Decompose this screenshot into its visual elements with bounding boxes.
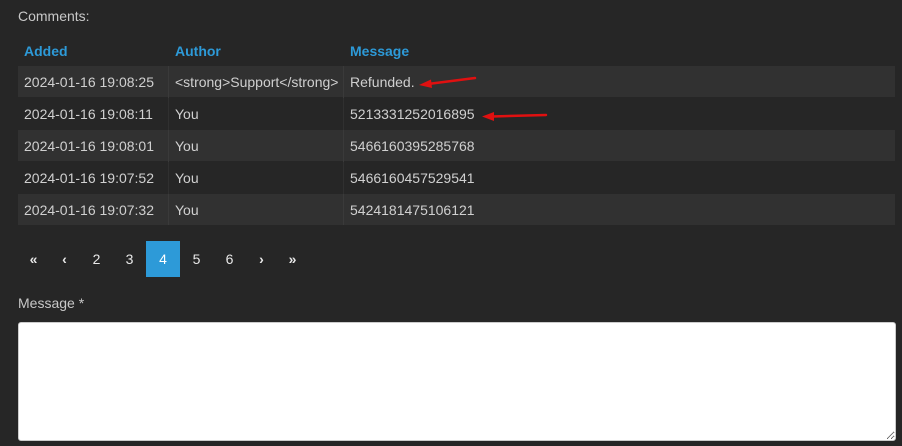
previous-page-button[interactable]: ‹ xyxy=(49,241,80,277)
cell-author: You xyxy=(168,193,344,225)
page-button-6[interactable]: 6 xyxy=(213,241,246,277)
cell-message: Refunded. xyxy=(343,65,895,98)
pagination: « ‹ 2 3 4 5 6 › » xyxy=(18,241,308,277)
table-header-row: Added Author Message xyxy=(18,36,895,66)
cell-author: <strong>Support</strong> xyxy=(168,65,344,98)
page-button-4-active[interactable]: 4 xyxy=(146,241,180,277)
message-field-label: Message * xyxy=(18,295,85,311)
first-page-button[interactable]: « xyxy=(18,241,49,277)
page-button-5[interactable]: 5 xyxy=(180,241,213,277)
column-header-added[interactable]: Added xyxy=(18,36,169,66)
comments-table: Added Author Message 2024-01-16 19:08:25… xyxy=(18,36,895,225)
comments-page: Comments: Added Author Message 2024-01-1… xyxy=(0,0,902,446)
cell-author: You xyxy=(168,97,344,130)
cell-message: 5466160395285768 xyxy=(343,129,895,162)
cell-added: 2024-01-16 19:07:32 xyxy=(18,193,169,225)
column-header-author[interactable]: Author xyxy=(168,36,344,66)
cell-added: 2024-01-16 19:08:25 xyxy=(18,65,169,98)
page-button-2[interactable]: 2 xyxy=(80,241,113,277)
cell-message: 5424181475106121 xyxy=(343,193,895,225)
page-button-3[interactable]: 3 xyxy=(113,241,146,277)
next-page-button[interactable]: › xyxy=(246,241,277,277)
cell-message: 5213331252016895 xyxy=(343,97,895,130)
last-page-button[interactable]: » xyxy=(277,241,308,277)
table-row: 2024-01-16 19:07:32 You 5424181475106121 xyxy=(18,193,895,225)
column-header-message[interactable]: Message xyxy=(344,36,896,66)
cell-added: 2024-01-16 19:08:01 xyxy=(18,129,169,162)
cell-author: You xyxy=(168,129,344,162)
comments-heading: Comments: xyxy=(18,8,90,24)
table-row: 2024-01-16 19:07:52 You 5466160457529541 xyxy=(18,161,895,194)
table-row: 2024-01-16 19:08:25 <strong>Support</str… xyxy=(18,65,895,98)
cell-added: 2024-01-16 19:08:11 xyxy=(18,97,169,130)
cell-message: 5466160457529541 xyxy=(343,161,895,194)
cell-author: You xyxy=(168,161,344,194)
cell-added: 2024-01-16 19:07:52 xyxy=(18,161,169,194)
table-row: 2024-01-16 19:08:11 You 5213331252016895 xyxy=(18,97,895,130)
message-textarea[interactable] xyxy=(18,322,896,441)
table-row: 2024-01-16 19:08:01 You 5466160395285768 xyxy=(18,129,895,162)
